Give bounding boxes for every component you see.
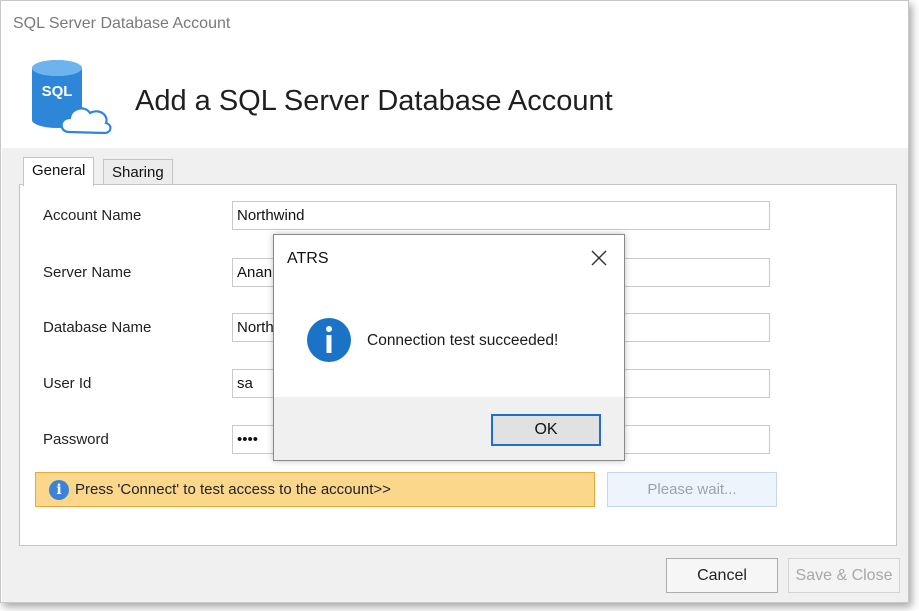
dialog-title: ATRS <box>287 250 329 267</box>
cancel-button[interactable]: Cancel <box>666 558 778 593</box>
close-icon[interactable] <box>588 247 610 269</box>
sql-icon-text: SQL <box>42 83 73 100</box>
please-wait-button[interactable]: Please wait... <box>607 472 777 507</box>
connect-info-bar[interactable]: i Press 'Connect' to test access to the … <box>35 472 595 507</box>
connect-info-text: Press 'Connect' to test access to the ac… <box>75 481 391 498</box>
sql-database-cloud-icon: SQL <box>32 60 112 135</box>
window-title: SQL Server Database Account <box>13 15 231 32</box>
account-name-label: Account Name <box>43 207 142 224</box>
server-name-label: Server Name <box>43 264 132 281</box>
info-icon: i <box>49 479 69 500</box>
tab-sharing[interactable]: Sharing <box>103 159 173 186</box>
ok-button[interactable]: OK <box>491 414 601 446</box>
password-label: Password <box>43 431 109 448</box>
dialog-message: Connection test succeeded! <box>367 332 559 349</box>
user-id-label: User Id <box>43 375 92 392</box>
account-name-input[interactable] <box>232 201 770 230</box>
info-icon <box>307 318 351 362</box>
database-name-label: Database Name <box>43 319 152 336</box>
save-close-button[interactable]: Save & Close <box>788 558 900 593</box>
dialog-footer: OK <box>274 397 624 460</box>
tab-general[interactable]: General <box>23 157 95 186</box>
page-title: Add a SQL Server Database Account <box>135 85 613 117</box>
message-dialog: ATRS Connection test succeeded! OK <box>273 234 625 461</box>
